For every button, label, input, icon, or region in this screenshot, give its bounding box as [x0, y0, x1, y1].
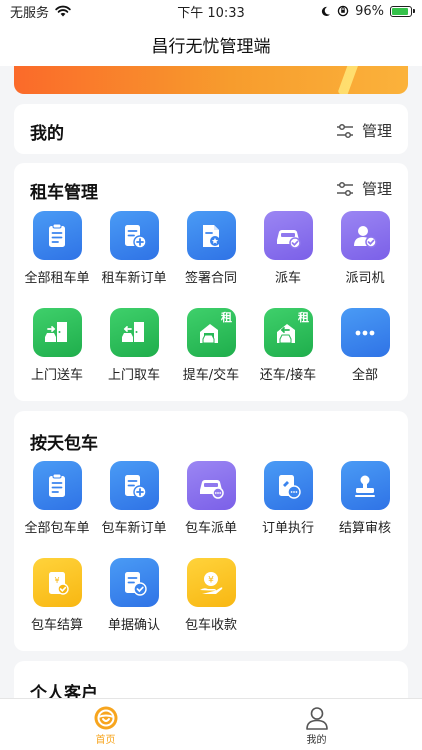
rental-item-label: 全部: [351, 368, 378, 383]
wifi-icon: [55, 5, 71, 17]
home-steering-icon: [94, 706, 117, 730]
stamp-icon: [340, 461, 390, 510]
rental-item-sign-contract[interactable]: 签署合同: [172, 211, 250, 286]
charter-item-order-execute[interactable]: 订单执行: [249, 461, 327, 536]
svg-text:¥: ¥: [208, 575, 214, 585]
status-bar: 无服务 下午 10:33 96%: [0, 0, 422, 22]
rental-item-return-receive[interactable]: 租 还车/接车: [249, 308, 327, 383]
rental-item-label: 租车新订单: [101, 271, 167, 286]
charter-item-label: 包车结算: [30, 618, 83, 633]
pickup-handover-icon: 租: [186, 308, 236, 357]
nav-bar: 昌行无忧管理端: [0, 22, 422, 66]
banner[interactable]: [14, 66, 408, 94]
sliders-icon: [336, 181, 353, 196]
charter-item-label: 包车收款: [184, 618, 237, 633]
rental-item-door-delivery[interactable]: 上门送车: [18, 308, 96, 383]
charter-item-collection[interactable]: ¥ 包车收款: [172, 558, 250, 633]
rental-item-dispatch-car[interactable]: 派车: [249, 211, 327, 286]
assign-driver-icon: [340, 211, 390, 260]
mine-card: 我的 管理: [14, 104, 408, 154]
rental-title: 租车管理: [30, 183, 98, 203]
rental-item-label: 提车/交车: [182, 368, 240, 383]
rental-item-label: 还车/接车: [259, 368, 317, 383]
car-dispatch-icon: [186, 461, 236, 510]
charter-item-all-orders[interactable]: 全部包车单: [18, 461, 96, 536]
clipboard-icon: [32, 211, 82, 260]
charter-card: 按天包车 全部包车单 包车新订单 包车派单 订单执行 结算审核 ¥ 包车结算 单…: [14, 411, 408, 651]
orientation-lock-icon: [337, 5, 349, 17]
charter-item-label: 包车新订单: [101, 521, 167, 536]
yuan-settlement-icon: ¥: [32, 558, 82, 607]
charter-title: 按天包车: [30, 434, 98, 454]
charter-item-label: 结算审核: [338, 521, 391, 536]
carrier-text: 无服务: [10, 5, 50, 21]
order-execute-icon: [263, 461, 313, 510]
charter-item-new-order[interactable]: 包车新订单: [95, 461, 173, 536]
clipboard-icon: [32, 461, 82, 510]
rental-item-label: 全部租车单: [24, 271, 90, 286]
rental-card: 租车管理 管理 全部租车单 租车新订单 签署合同 派车 派司机 上门送车 上门取…: [14, 163, 408, 401]
page-title: 昌行无忧管理端: [151, 36, 271, 57]
return-receive-icon: 租: [263, 308, 313, 357]
rental-manage-button[interactable]: 管理: [336, 178, 392, 199]
rental-item-pickup-handover[interactable]: 租 提车/交车: [172, 308, 250, 383]
more-icon: [340, 308, 390, 357]
charter-item-doc-confirm[interactable]: 单据确认: [95, 558, 173, 633]
rent-badge: 租: [221, 311, 232, 324]
charter-item-dispatch[interactable]: 包车派单: [172, 461, 250, 536]
tab-mine-label: 我的: [306, 735, 327, 746]
contract-star-icon: [186, 211, 236, 260]
doc-confirm-icon: [109, 558, 159, 607]
rental-item-label: 派司机: [345, 271, 385, 286]
charter-item-label: 全部包车单: [24, 521, 90, 536]
charter-item-label: 单据确认: [107, 618, 160, 633]
rental-item-label: 上门送车: [30, 368, 83, 383]
rental-item-all-orders[interactable]: 全部租车单: [18, 211, 96, 286]
mine-manage-button[interactable]: 管理: [336, 120, 392, 141]
yuan-hand-icon: ¥: [186, 558, 236, 607]
battery-icon: [390, 5, 415, 17]
sliders-icon: [336, 123, 353, 138]
user-icon: [305, 707, 328, 730]
rental-item-all[interactable]: 全部: [326, 308, 404, 383]
rent-badge: 租: [298, 311, 309, 324]
charter-item-label: 包车派单: [184, 521, 237, 536]
mine-manage-label: 管理: [361, 122, 392, 140]
dispatch-car-icon: [263, 211, 313, 260]
tab-home[interactable]: 首页: [0, 699, 211, 750]
rental-item-label: 上门取车: [107, 368, 160, 383]
svg-text:¥: ¥: [54, 576, 59, 585]
door-delivery-icon: [32, 308, 82, 357]
mine-title: 我的: [30, 124, 64, 144]
rental-item-label: 派车: [274, 271, 301, 286]
moon-icon: [321, 6, 331, 16]
battery-percent: 96%: [355, 3, 384, 19]
tab-mine[interactable]: 我的: [211, 699, 422, 750]
charter-item-label: 订单执行: [261, 521, 314, 536]
charter-item-settlement-review[interactable]: 结算审核: [326, 461, 404, 536]
rental-item-new-order[interactable]: 租车新订单: [95, 211, 173, 286]
new-order-icon: [109, 461, 159, 510]
charter-item-settlement[interactable]: ¥ 包车结算: [18, 558, 96, 633]
tab-home-label: 首页: [95, 735, 116, 746]
new-order-icon: [109, 211, 159, 260]
tab-bar: 首页 我的: [0, 698, 422, 750]
rental-item-label: 签署合同: [184, 271, 237, 286]
rental-manage-label: 管理: [361, 180, 392, 198]
rental-item-assign-driver[interactable]: 派司机: [326, 211, 404, 286]
rental-item-door-pickup[interactable]: 上门取车: [95, 308, 173, 383]
door-pickup-icon: [109, 308, 159, 357]
